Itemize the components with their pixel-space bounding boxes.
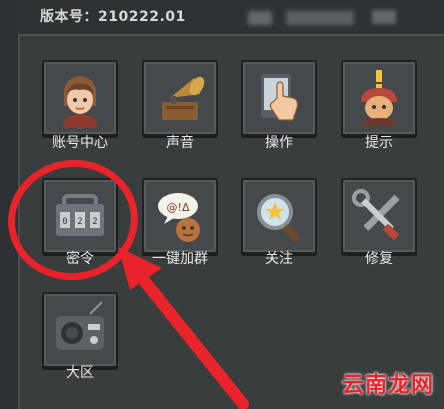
join-group-button[interactable]: @!Δ bbox=[142, 178, 218, 254]
menu-label: 关注 bbox=[265, 251, 293, 267]
menu-label: 大区 bbox=[66, 365, 94, 381]
radio-icon bbox=[56, 301, 104, 350]
menu-label: 修复 bbox=[365, 251, 393, 267]
gramophone-icon bbox=[162, 76, 205, 120]
helmet-hint-icon bbox=[361, 70, 397, 126]
menu-label: 一键加群 bbox=[152, 251, 208, 267]
menu-label: 声音 bbox=[166, 135, 194, 151]
menu-label: 提示 bbox=[365, 135, 393, 151]
controls-button[interactable] bbox=[241, 60, 317, 136]
version-label: 版本号：210222.01 bbox=[40, 9, 186, 25]
tools-icon bbox=[352, 189, 400, 240]
avatar-icon bbox=[62, 76, 98, 128]
repair-button[interactable] bbox=[341, 178, 417, 254]
hints-button[interactable] bbox=[341, 60, 417, 136]
server-region-button[interactable] bbox=[42, 292, 118, 368]
svg-text:@!Δ: @!Δ bbox=[167, 201, 190, 214]
menu-label: 操作 bbox=[265, 135, 293, 151]
sound-button[interactable] bbox=[142, 60, 218, 136]
magnifier-icon bbox=[257, 194, 300, 242]
account-center-button[interactable] bbox=[42, 60, 118, 136]
blurred-info bbox=[286, 11, 354, 25]
blurred-info bbox=[248, 11, 272, 25]
chat-bubble-icon: @!Δ bbox=[158, 193, 200, 242]
follow-button[interactable] bbox=[241, 178, 317, 254]
menu-label: 账号中心 bbox=[52, 135, 108, 151]
watermark: 云南龙网 bbox=[341, 373, 434, 398]
blurred-info bbox=[372, 10, 396, 24]
tap-hand-icon bbox=[261, 74, 299, 121]
